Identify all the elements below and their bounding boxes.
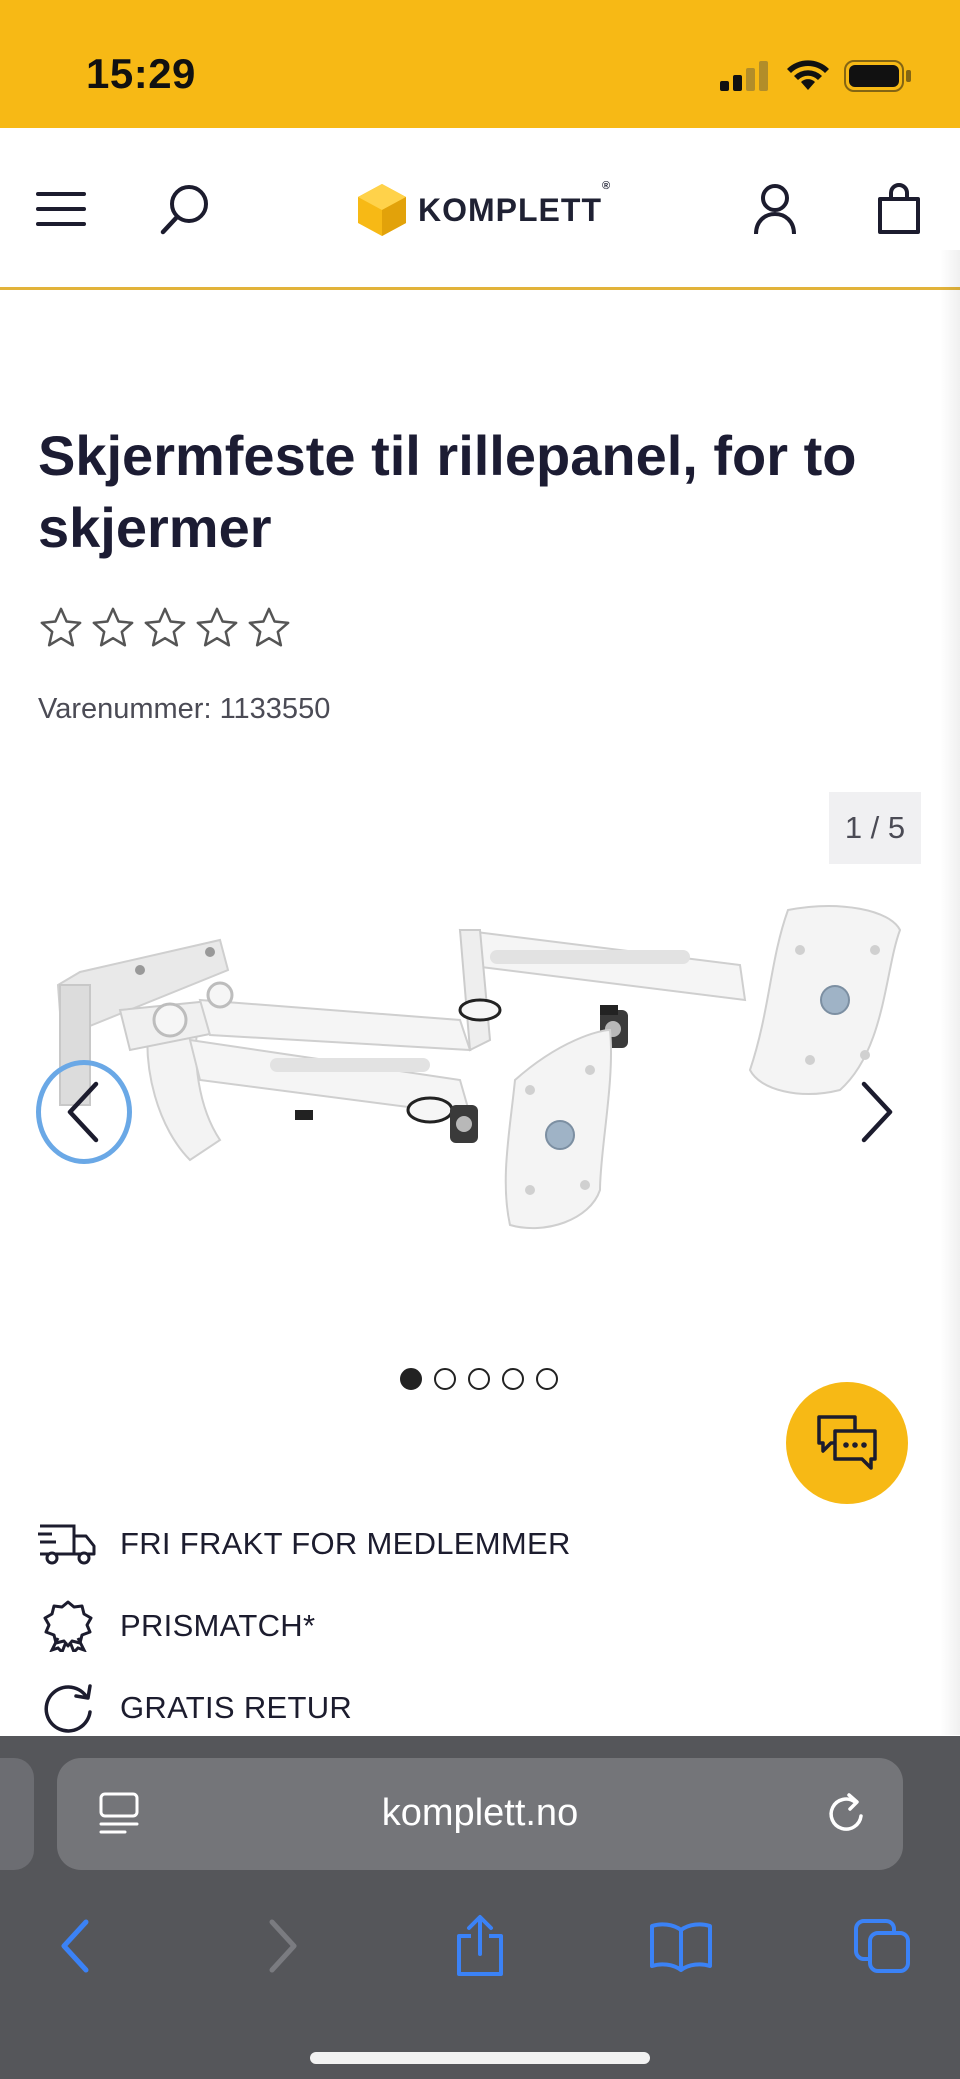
gallery-pagination [400, 1368, 558, 1390]
usp-label: FRI FRAKT FOR MEDLEMMER [120, 1526, 571, 1561]
address-bar[interactable]: komplett.no [57, 1758, 903, 1870]
sku-number: Varenummer: 1133550 [38, 693, 331, 725]
reload-icon [829, 1793, 863, 1831]
komplett-logo[interactable]: KOMPLETT® [358, 180, 611, 240]
status-bar: 15:29 [0, 0, 960, 128]
usp-label: PRISMATCH* [120, 1608, 316, 1643]
usp-label: GRATIS RETUR [120, 1690, 353, 1725]
cart-button[interactable] [864, 174, 934, 244]
reload-button[interactable] [825, 1790, 869, 1841]
user-account-icon [754, 184, 796, 235]
delivery-truck-icon [38, 1524, 96, 1565]
wifi-icon [787, 60, 829, 90]
bookmarks-button[interactable] [641, 1906, 721, 1986]
star-empty-icon [196, 607, 238, 647]
share-button[interactable] [440, 1906, 520, 1986]
status-icons [720, 56, 912, 96]
pagination-dot[interactable] [536, 1368, 558, 1390]
gallery-next-button[interactable] [836, 1072, 916, 1152]
pagination-dot[interactable] [434, 1368, 456, 1390]
browser-toolbar [0, 1906, 960, 1996]
url-text[interactable]: komplett.no [57, 1792, 903, 1835]
chat-button[interactable] [786, 1382, 908, 1504]
gallery-prev-button[interactable] [36, 1060, 132, 1164]
chat-bubbles-icon [817, 1415, 877, 1470]
home-indicator[interactable] [310, 2052, 650, 2064]
menu-button[interactable] [26, 174, 96, 244]
chevron-right-icon [861, 1081, 893, 1143]
search-icon [160, 185, 208, 235]
status-time: 15:29 [86, 50, 196, 97]
account-button[interactable] [740, 174, 810, 244]
usp-free-returns: GRATIS RETUR [38, 1678, 352, 1738]
logo-text: KOMPLETT® [418, 179, 612, 228]
search-button[interactable] [150, 174, 220, 244]
product-image[interactable] [40, 890, 920, 1320]
star-rating[interactable] [38, 605, 292, 651]
star-empty-icon [144, 607, 186, 647]
hamburger-menu-icon [36, 192, 86, 226]
tabs-overview-icon [854, 1919, 910, 1973]
star-empty-icon [40, 607, 82, 647]
cellular-signal-icon [720, 61, 768, 91]
site-header: KOMPLETT® [0, 128, 960, 290]
tabs-button[interactable] [842, 1906, 922, 1986]
browser-bottom-bar: komplett.no [0, 1736, 960, 2079]
forward-button[interactable] [242, 1906, 322, 1986]
battery-icon [844, 60, 911, 92]
pagination-dot[interactable] [502, 1368, 524, 1390]
star-empty-icon [248, 607, 290, 647]
pagination-dot[interactable] [400, 1368, 422, 1390]
share-icon [457, 1915, 503, 1976]
usp-price-match: PRISMATCH* [38, 1596, 315, 1656]
gallery-counter: 1 / 5 [829, 792, 921, 864]
back-button[interactable] [36, 1906, 116, 1986]
pagination-dot[interactable] [468, 1368, 490, 1390]
chevron-left-icon [67, 1081, 99, 1143]
product-title: Skjermfeste til rillepanel, for to skjer… [38, 424, 857, 559]
chevron-right-icon [269, 1919, 297, 1973]
edge-shadow [940, 250, 960, 1735]
award-ribbon-icon [43, 1600, 93, 1652]
komplett-logo-mark-icon [358, 184, 406, 236]
chevron-left-icon [61, 1919, 89, 1973]
usp-free-shipping: FRI FRAKT FOR MEDLEMMER [38, 1514, 571, 1574]
return-arrow-icon [44, 1684, 92, 1733]
star-empty-icon [92, 607, 134, 647]
previous-tab-preview[interactable] [0, 1758, 34, 1870]
open-book-icon [650, 1922, 712, 1972]
shopping-bag-icon [878, 183, 920, 234]
